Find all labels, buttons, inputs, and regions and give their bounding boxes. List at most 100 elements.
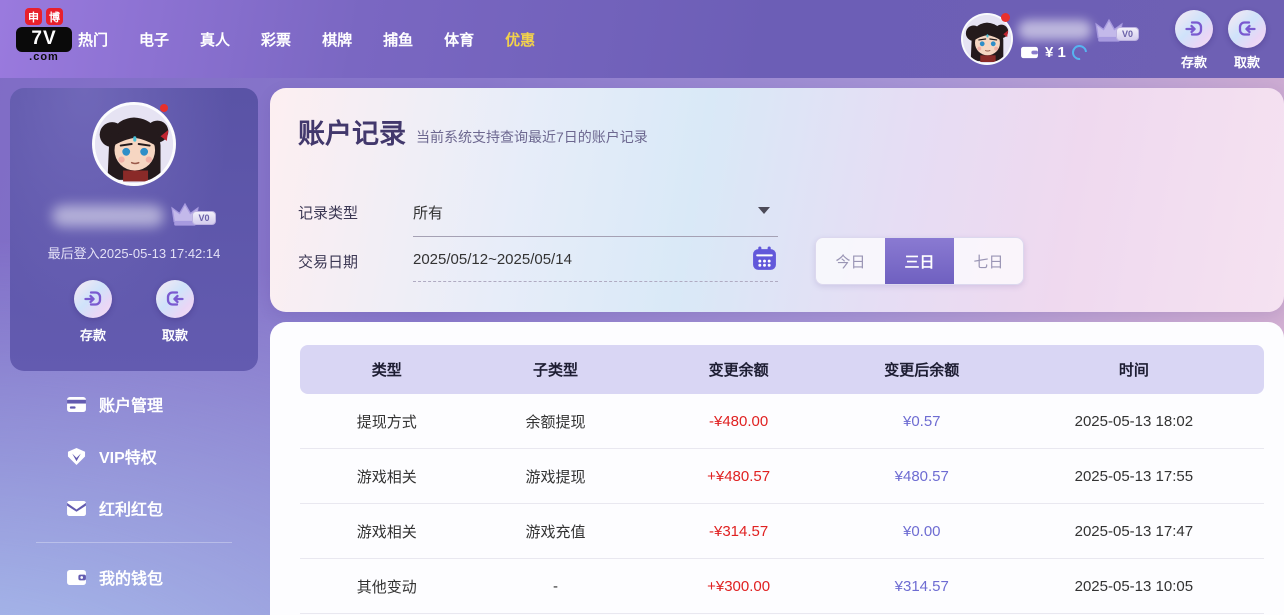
sidebar-menu: 账户管理 VIP特权 红利红包 我的钱包 充提明细 <box>10 378 258 615</box>
nav-item-cards[interactable]: 棋牌 <box>322 29 352 50</box>
sidebar-withdraw-button[interactable]: 取款 <box>147 280 203 344</box>
page-title-row: 账户记录 当前系统支持查询最近7日的账户记录 <box>298 112 648 151</box>
date-range-tabs: 今日 三日 七日 <box>815 237 1024 285</box>
withdraw-label: 取款 <box>1233 55 1260 70</box>
table-row: 其他变动 - +¥300.00 ¥314.57 2025-05-13 10:05 <box>300 559 1264 614</box>
table-header-row: 类型 子类型 变更余额 变更后余额 时间 <box>300 345 1264 394</box>
vip-shield-icon <box>66 447 87 466</box>
account-records-panel: 账户记录 当前系统支持查询最近7日的账户记录 记录类型 所有 交易日期 2025… <box>270 88 1284 312</box>
deposit-label: 存款 <box>1180 55 1207 70</box>
header-change: 变更余额 <box>708 362 769 379</box>
logo-badge-2: 博 <box>46 8 63 25</box>
tab-today[interactable]: 今日 <box>816 238 885 284</box>
records-table: 类型 子类型 变更余额 变更后余额 时间 提现方式 余额提现 -¥480.00 … <box>300 345 1264 614</box>
nav-item-fishing[interactable]: 捕鱼 <box>383 29 413 50</box>
table-row: 游戏相关 游戏提现 +¥480.57 ¥480.57 2025-05-13 17… <box>300 449 1264 504</box>
nav-item-slots[interactable]: 电子 <box>139 29 169 50</box>
withdraw-icon <box>156 280 194 318</box>
page-subtitle: 当前系统支持查询最近7日的账户记录 <box>416 129 648 145</box>
deposit-icon <box>1175 10 1213 48</box>
sidebar-user-row: V0 <box>10 200 258 227</box>
nav-item-promos[interactable]: 优惠 <box>505 29 535 50</box>
cell-type: 游戏相关 <box>356 523 417 541</box>
withdraw-icon <box>1228 10 1266 48</box>
chevron-down-icon <box>758 207 770 214</box>
nav-item-sports[interactable]: 体育 <box>444 29 474 50</box>
cell-subtype: 游戏充值 <box>525 523 586 541</box>
navbar-avatar[interactable] <box>961 13 1013 65</box>
cell-subtype: 余额提现 <box>525 413 586 431</box>
cell-after: ¥0.00 <box>902 522 941 540</box>
deposit-label: 存款 <box>79 328 106 343</box>
cell-after: ¥480.57 <box>894 467 949 485</box>
menu-label: 红利红包 <box>99 502 164 519</box>
record-type-label: 记录类型 <box>298 205 359 222</box>
avatar <box>92 102 176 186</box>
navbar-deposit-button[interactable]: 存款 <box>1166 10 1222 71</box>
tab-seven-days[interactable]: 七日 <box>954 238 1023 284</box>
record-type-select[interactable]: 所有 <box>413 202 778 237</box>
top-navbar: 申 博 7V .com 热门 电子 真人 彩票 棋牌 捕鱼 体育 优惠 V0 ¥… <box>0 0 1284 78</box>
header-type: 类型 <box>371 362 402 379</box>
sidebar-actions: 存款 取款 <box>10 280 258 344</box>
sidebar-avatar[interactable] <box>92 102 176 186</box>
main-nav: 热门 电子 真人 彩票 棋牌 捕鱼 体育 优惠 <box>78 0 535 78</box>
record-type-value: 所有 <box>413 205 444 222</box>
logo-badges: 申 博 <box>16 8 72 25</box>
cell-change: -¥314.57 <box>709 522 769 540</box>
red-envelope-icon <box>66 500 87 517</box>
sidebar-item-my-wallet[interactable]: 我的钱包 <box>10 551 258 603</box>
tab-three-days[interactable]: 三日 <box>885 238 954 284</box>
refresh-balance-icon[interactable] <box>1068 41 1090 64</box>
logo-suffix-text: .com <box>29 51 59 63</box>
notification-dot <box>1001 13 1010 22</box>
vip-badge: V0 <box>192 211 216 225</box>
sidebar-item-transaction-details[interactable]: 充提明细 <box>10 603 258 615</box>
cell-type: 其他变动 <box>356 578 417 596</box>
sidebar-item-vip-privileges[interactable]: VIP特权 <box>10 430 258 482</box>
menu-divider <box>36 542 232 543</box>
header-subtype: 子类型 <box>532 362 578 379</box>
date-range-label: 交易日期 <box>298 254 359 271</box>
navbar-withdraw-button[interactable]: 取款 <box>1219 10 1275 71</box>
logo-main-text: 7V <box>16 27 72 52</box>
sidebar-deposit-button[interactable]: 存款 <box>65 280 121 344</box>
cell-after: ¥0.57 <box>902 412 941 430</box>
nav-item-hot[interactable]: 热门 <box>78 29 108 50</box>
date-range-input[interactable]: 2025/05/12~2025/05/14 <box>413 246 778 282</box>
menu-label: VIP特权 <box>99 450 157 467</box>
cell-after: ¥314.57 <box>894 577 949 595</box>
field-underline-dashed <box>413 281 778 282</box>
cell-time: 2025-05-13 10:05 <box>1074 577 1194 595</box>
wallet-icon <box>1020 45 1039 60</box>
table-row: 提现方式 余额提现 -¥480.00 ¥0.57 2025-05-13 18:0… <box>300 394 1264 449</box>
sidebar-item-bonus-redpacket[interactable]: 红利红包 <box>10 482 258 534</box>
cell-subtype: 游戏提现 <box>525 468 586 486</box>
vip-badge: V0 <box>1116 27 1140 41</box>
table-row: 游戏相关 游戏充值 -¥314.57 ¥0.00 2025-05-13 17:4… <box>300 504 1264 559</box>
calendar-icon[interactable] <box>751 245 778 277</box>
cell-time: 2025-05-13 18:02 <box>1074 412 1194 430</box>
menu-label: 我的钱包 <box>99 571 164 588</box>
cell-change: -¥480.00 <box>709 412 769 430</box>
site-logo[interactable]: 申 博 7V .com <box>16 8 72 63</box>
nav-item-live[interactable]: 真人 <box>200 29 230 50</box>
page-title: 账户记录 <box>298 119 406 149</box>
menu-label: 账户管理 <box>99 398 164 415</box>
withdraw-label: 取款 <box>161 328 188 343</box>
nav-item-lottery[interactable]: 彩票 <box>261 29 291 50</box>
sidebar-item-account-management[interactable]: 账户管理 <box>10 378 258 430</box>
deposit-icon <box>74 280 112 318</box>
records-table-panel: 类型 子类型 变更余额 变更后余额 时间 提现方式 余额提现 -¥480.00 … <box>270 322 1284 615</box>
cell-subtype: - <box>552 577 558 595</box>
bank-card-icon <box>66 396 87 413</box>
header-time: 时间 <box>1118 362 1149 379</box>
field-underline <box>413 236 778 237</box>
cell-time: 2025-05-13 17:55 <box>1074 467 1194 485</box>
navbar-wallet: ¥ 1 <box>1020 41 1090 64</box>
header-after: 变更后余额 <box>884 362 960 379</box>
navbar-vip-level[interactable]: V0 <box>1094 16 1140 43</box>
cell-change: +¥300.00 <box>707 577 771 595</box>
notification-dot <box>160 104 168 112</box>
navbar-username-blurred <box>1018 20 1092 40</box>
